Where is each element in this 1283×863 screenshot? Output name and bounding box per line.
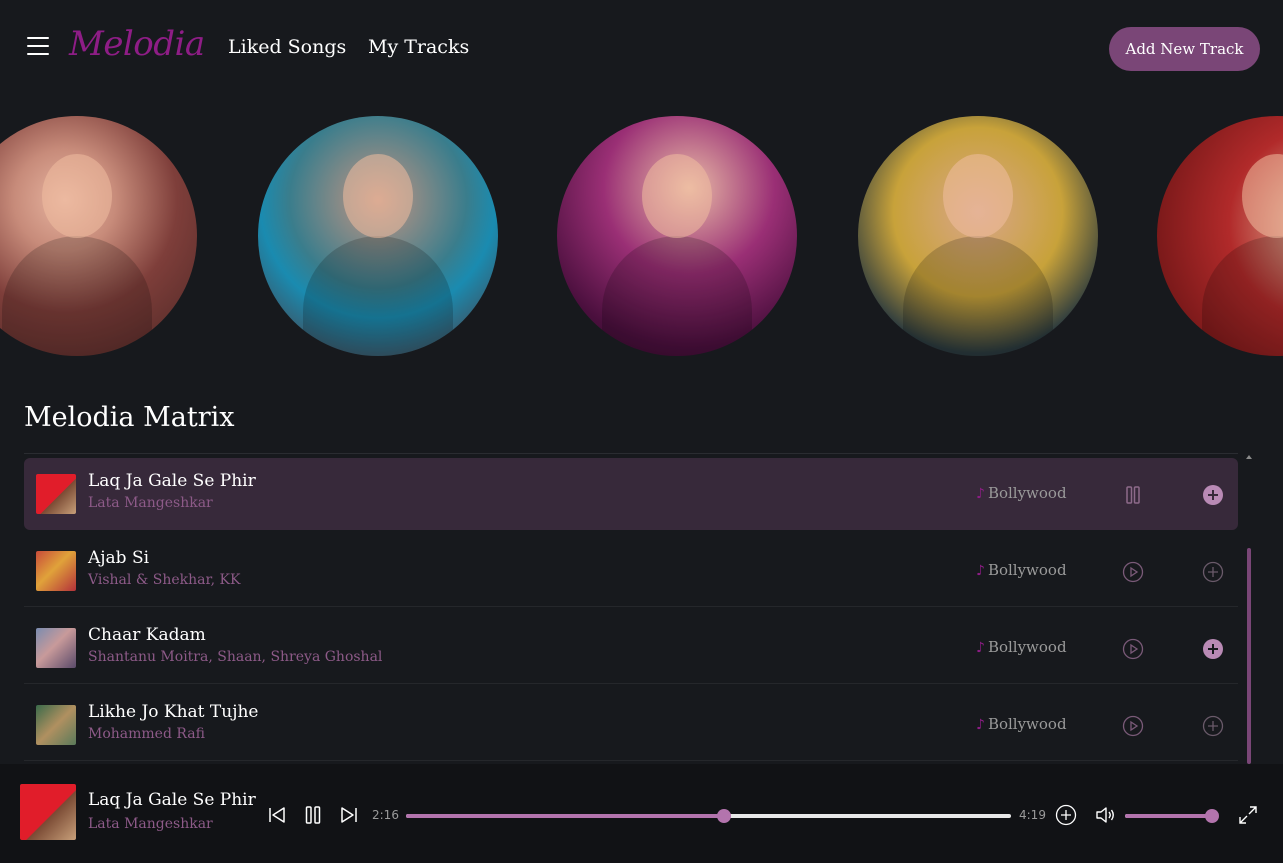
genre-label: Bollywood <box>987 715 1067 733</box>
track-genre: ♪ Bollywood <box>976 561 1067 579</box>
volume-level <box>1125 814 1212 818</box>
track-title: Likhe Jo Khat Tujhe <box>88 702 259 722</box>
music-note-icon: ♪ <box>976 563 985 579</box>
artist-photo[interactable] <box>557 116 797 356</box>
track-row[interactable]: Chaar Kadam Shantanu Moitra, Shaan, Shre… <box>24 612 1238 684</box>
track-cover <box>36 705 76 745</box>
pause-icon[interactable] <box>1122 484 1144 506</box>
duration: 4:19 <box>1019 808 1046 822</box>
music-note-icon: ♪ <box>976 486 985 502</box>
now-playing-artist: Lata Mangeshkar <box>88 816 213 832</box>
current-time: 2:16 <box>372 808 399 822</box>
scroll-up-arrow-icon[interactable] <box>1246 455 1252 459</box>
track-title: Laq Ja Gale Se Phir <box>88 471 256 491</box>
app-logo[interactable]: Melodia <box>69 24 205 64</box>
pause-icon[interactable] <box>302 804 324 826</box>
track-artist: Mohammed Rafi <box>88 726 205 742</box>
add-to-liked-icon[interactable] <box>1055 804 1077 826</box>
section-title: Melodia Matrix <box>24 402 235 433</box>
volume-slider[interactable] <box>1125 809 1219 823</box>
seek-bar[interactable] <box>406 809 1011 823</box>
music-note-icon: ♪ <box>976 717 985 733</box>
add-to-liked-icon[interactable] <box>1202 561 1224 583</box>
player-bar: Laq Ja Gale Se Phir Lata Mangeshkar 2:16… <box>0 764 1283 863</box>
track-artist: Lata Mangeshkar <box>88 495 213 511</box>
track-artist: Shantanu Moitra, Shaan, Shreya Ghoshal <box>88 649 383 665</box>
artist-photo[interactable] <box>858 116 1098 356</box>
track-row[interactable]: Ajab Si Vishal & Shekhar, KK ♪ Bollywood <box>24 535 1238 607</box>
previous-track-icon[interactable] <box>266 804 288 826</box>
track-genre: ♪ Bollywood <box>976 715 1067 733</box>
seek-progress <box>406 814 724 818</box>
nav-liked-songs[interactable]: Liked Songs <box>228 36 346 58</box>
now-playing-title: Laq Ja Gale Se Phir <box>88 790 256 810</box>
genre-label: Bollywood <box>987 638 1067 656</box>
top-bar: Melodia Liked Songs My Tracks Add New Tr… <box>0 0 1283 100</box>
seek-thumb[interactable] <box>716 809 731 823</box>
track-genre: ♪ Bollywood <box>976 638 1067 656</box>
track-genre: ♪ Bollywood <box>976 484 1067 502</box>
volume-icon[interactable] <box>1094 804 1116 826</box>
artist-photo[interactable] <box>0 116 197 356</box>
track-cover <box>36 474 76 514</box>
divider <box>24 453 1238 454</box>
artist-photo[interactable] <box>1157 116 1283 356</box>
next-track-icon[interactable] <box>338 804 360 826</box>
artist-carousel <box>0 116 1283 356</box>
track-artist: Vishal & Shekhar, KK <box>88 572 241 588</box>
play-icon[interactable] <box>1122 638 1144 660</box>
music-note-icon: ♪ <box>976 640 985 656</box>
track-list: Laq Ja Gale Se Phir Lata Mangeshkar ♪ Bol… <box>24 458 1238 763</box>
artist-photo[interactable] <box>258 116 498 356</box>
add-new-track-button[interactable]: Add New Track <box>1109 27 1260 71</box>
genre-label: Bollywood <box>987 484 1067 502</box>
play-icon[interactable] <box>1122 561 1144 583</box>
track-row[interactable]: Likhe Jo Khat Tujhe Mohammed Rafi ♪ Bolly… <box>24 689 1238 761</box>
add-to-liked-icon[interactable] <box>1202 638 1224 660</box>
play-icon[interactable] <box>1122 715 1144 737</box>
now-playing-cover <box>20 784 76 840</box>
track-cover <box>36 551 76 591</box>
track-title: Chaar Kadam <box>88 625 206 645</box>
add-to-liked-icon[interactable] <box>1202 484 1224 506</box>
hamburger-menu-icon[interactable] <box>27 37 49 55</box>
track-title: Ajab Si <box>88 548 150 568</box>
track-row[interactable]: Laq Ja Gale Se Phir Lata Mangeshkar ♪ Bol… <box>24 458 1238 530</box>
fullscreen-icon[interactable] <box>1237 804 1259 826</box>
volume-thumb[interactable] <box>1205 809 1219 823</box>
genre-label: Bollywood <box>987 561 1067 579</box>
nav-my-tracks[interactable]: My Tracks <box>368 36 469 58</box>
add-to-liked-icon[interactable] <box>1202 715 1224 737</box>
track-cover <box>36 628 76 668</box>
list-scrollbar[interactable] <box>1247 548 1251 764</box>
